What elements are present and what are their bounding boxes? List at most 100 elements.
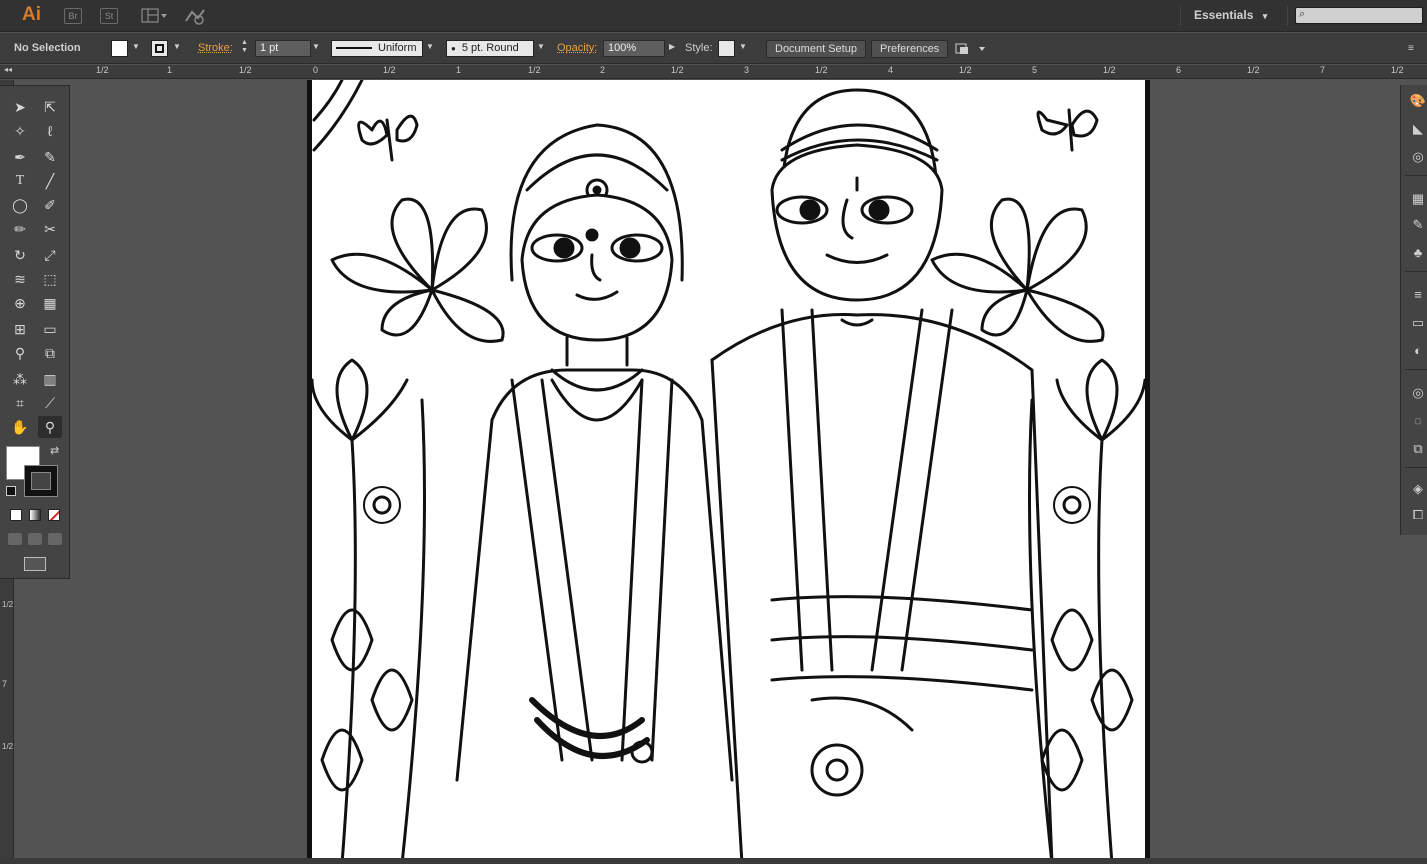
gradient-mode-button[interactable] bbox=[29, 509, 41, 521]
ellipse-tool-icon[interactable]: ◯ bbox=[8, 194, 32, 216]
search-input[interactable]: ⌕ bbox=[1295, 7, 1423, 24]
none-mode-button[interactable] bbox=[48, 509, 60, 521]
ruler-collapse-icon[interactable]: ◂◂ bbox=[4, 65, 12, 74]
symbol-sprayer-tool-icon[interactable]: ⁂ bbox=[8, 368, 32, 390]
artboards-icon[interactable]: ⧠ bbox=[1408, 505, 1427, 525]
ruler-tick: 1 bbox=[456, 65, 462, 75]
color-panel-icon[interactable]: 🎨 bbox=[1408, 91, 1427, 111]
column-graph-tool-icon[interactable]: ▥ bbox=[38, 368, 62, 390]
shape-builder-tool-icon[interactable]: ⊕ bbox=[8, 292, 32, 314]
arrange-documents-icon[interactable] bbox=[141, 8, 169, 24]
graphic-style-swatch[interactable] bbox=[718, 40, 735, 57]
opacity-label[interactable]: Opacity: bbox=[557, 42, 597, 54]
warp-tool-icon[interactable]: ≋ bbox=[8, 268, 32, 290]
gpu-performance-icon[interactable] bbox=[184, 8, 206, 26]
stroke-panel-icon[interactable]: ≡ bbox=[1408, 285, 1427, 305]
fill-swatch[interactable] bbox=[111, 40, 128, 57]
blend-tool-icon[interactable]: ⧉ bbox=[38, 342, 62, 364]
app-logo: Ai bbox=[22, 4, 41, 25]
ruler-tick: 1/2 bbox=[1103, 65, 1116, 75]
stroke-label[interactable]: Stroke: bbox=[198, 42, 233, 54]
lasso-tool-icon[interactable]: ℓ bbox=[38, 120, 62, 142]
default-fill-stroke-icon[interactable] bbox=[6, 486, 16, 496]
chevron-down-icon[interactable]: ▼ bbox=[739, 42, 747, 51]
opacity-field[interactable]: 100% bbox=[603, 40, 665, 57]
type-tool-icon[interactable]: T bbox=[8, 170, 32, 192]
horizontal-scrollbar[interactable] bbox=[0, 858, 1427, 864]
align-icon[interactable]: ⧉ bbox=[1408, 439, 1427, 459]
stroke-color-box[interactable] bbox=[24, 465, 58, 497]
selection-status: No Selection bbox=[14, 42, 81, 54]
screen-mode-icon[interactable] bbox=[24, 557, 46, 571]
line-segment-tool-icon[interactable]: ╱ bbox=[38, 170, 62, 192]
curvature-tool-icon[interactable]: ✎ bbox=[38, 146, 62, 168]
stock-button[interactable]: St bbox=[100, 8, 118, 24]
pen-tool-icon[interactable]: ✒ bbox=[8, 146, 32, 168]
panel-dock: 🎨 ◣ ◎ ▦ ✎ ♣ ≡ ▭ ◐ ◎ ◌ ⧉ ◈ ⧠ bbox=[1400, 85, 1427, 535]
magic-wand-tool-icon[interactable]: ✧ bbox=[8, 120, 32, 142]
separator bbox=[1287, 6, 1288, 26]
stroke-swatch[interactable] bbox=[151, 40, 168, 57]
stroke-weight-field[interactable]: 1 pt bbox=[255, 40, 311, 57]
direct-selection-tool-icon[interactable]: ⇱ bbox=[38, 96, 62, 118]
document-setup-button[interactable]: Document Setup bbox=[766, 40, 866, 58]
chevron-down-icon[interactable]: ▼ bbox=[537, 42, 545, 51]
scissors-tool-icon[interactable]: ✂ bbox=[38, 218, 62, 240]
variable-width-profile-dropdown[interactable]: Uniform bbox=[331, 40, 423, 57]
cc-libraries-icon[interactable]: ◎ bbox=[1408, 147, 1427, 167]
hand-tool-icon[interactable]: ✋ bbox=[8, 416, 32, 438]
workspace-label: Essentials bbox=[1194, 8, 1254, 22]
artboard-tool-icon[interactable]: ⌗ bbox=[8, 392, 32, 414]
rotate-tool-icon[interactable]: ↻ bbox=[8, 244, 32, 266]
illustrator-window: Ai Br St Essentials ▾ ⌕ No Selection ▼ ▼… bbox=[0, 0, 1427, 864]
horizontal-ruler[interactable]: ◂◂ 1/2 1 1/2 0 1/2 1 1/2 2 1/2 3 1/2 4 1… bbox=[0, 65, 1427, 79]
bridge-button[interactable]: Br bbox=[64, 8, 82, 24]
artboard[interactable] bbox=[307, 80, 1150, 864]
slice-tool-icon[interactable]: ⟋ bbox=[38, 392, 62, 414]
layers-icon[interactable]: ◈ bbox=[1408, 479, 1427, 499]
separator bbox=[1405, 271, 1427, 272]
chevron-down-icon[interactable]: ▼ bbox=[426, 42, 434, 51]
selection-tool-icon[interactable]: ➤ bbox=[8, 96, 32, 118]
butterfly-right bbox=[1036, 108, 1099, 152]
ruler-tick: 7 bbox=[2, 679, 8, 689]
stroke-stepper-icon[interactable]: ▲ ▼ bbox=[241, 39, 248, 55]
color-mode-button[interactable] bbox=[10, 509, 22, 521]
chevron-down-icon[interactable]: ▼ bbox=[312, 42, 320, 51]
panel-menu-icon[interactable]: ≡ bbox=[1408, 43, 1414, 54]
gradient-panel-icon[interactable]: ▭ bbox=[1408, 313, 1427, 333]
profile-label: Uniform bbox=[378, 42, 417, 54]
coloring-illustration bbox=[312, 80, 1145, 864]
zoom-tool-icon[interactable]: ⚲ bbox=[38, 416, 62, 438]
graphic-styles-icon[interactable]: ◌ bbox=[1408, 411, 1427, 431]
swap-fill-stroke-icon[interactable]: ⇄ bbox=[50, 444, 59, 457]
free-transform-tool-icon[interactable]: ⬚ bbox=[38, 268, 62, 290]
chevron-down-icon[interactable]: ▼ bbox=[173, 42, 181, 51]
flower-left bbox=[330, 197, 505, 343]
pencil-tool-icon[interactable]: ✏ bbox=[8, 218, 32, 240]
color-guide-icon[interactable]: ◣ bbox=[1408, 119, 1427, 139]
brush-definition-dropdown[interactable]: ● 5 pt. Round bbox=[446, 40, 534, 57]
paintbrush-tool-icon[interactable]: ✐ bbox=[38, 194, 62, 216]
scale-tool-icon[interactable]: ⤢ bbox=[38, 244, 62, 266]
draw-behind-icon[interactable] bbox=[28, 533, 42, 545]
workspace-switcher[interactable]: Essentials ▾ bbox=[1194, 8, 1267, 22]
eyedropper-tool-icon[interactable]: ⚲ bbox=[8, 342, 32, 364]
chevron-right-icon[interactable]: ▶ bbox=[669, 42, 675, 51]
flower-right bbox=[930, 197, 1105, 343]
brushes-icon[interactable]: ✎ bbox=[1408, 215, 1427, 235]
style-label: Style: bbox=[685, 42, 713, 54]
symbols-icon[interactable]: ♣ bbox=[1408, 243, 1427, 263]
mesh-tool-icon[interactable]: ⊞ bbox=[8, 318, 32, 340]
draw-normal-icon[interactable] bbox=[8, 533, 22, 545]
stroke-square-icon bbox=[155, 44, 164, 53]
preferences-button[interactable]: Preferences bbox=[871, 40, 949, 58]
transparency-icon[interactable]: ◐ bbox=[1408, 341, 1427, 361]
chevron-down-icon[interactable]: ▼ bbox=[132, 42, 140, 51]
appearance-icon[interactable]: ◎ bbox=[1408, 383, 1427, 403]
swatches-icon[interactable]: ▦ bbox=[1408, 189, 1427, 209]
draw-inside-icon[interactable] bbox=[48, 533, 62, 545]
arrange-icon[interactable] bbox=[955, 41, 987, 57]
perspective-grid-tool-icon[interactable]: ▦ bbox=[38, 292, 62, 314]
gradient-tool-icon[interactable]: ▭ bbox=[38, 318, 62, 340]
